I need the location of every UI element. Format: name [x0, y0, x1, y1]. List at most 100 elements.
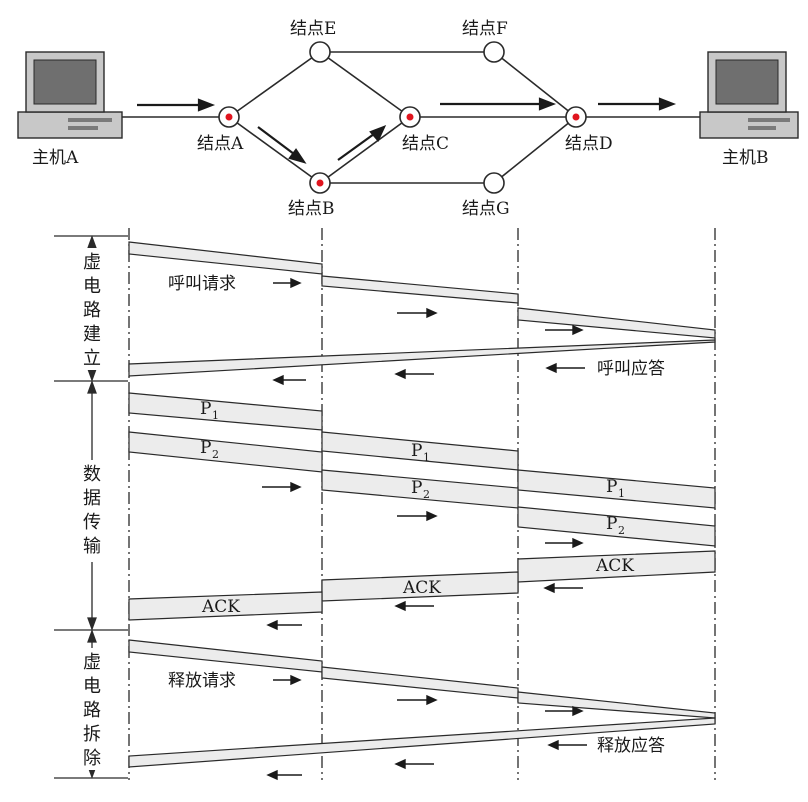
bracket-arrowhead — [87, 235, 97, 249]
bracket-arrowhead — [87, 368, 97, 382]
node-a-label: 结点A — [197, 134, 244, 154]
ack-label-c-b: ACK — [402, 578, 441, 598]
link-e-c — [319, 51, 411, 118]
bracket-arrowhead — [87, 380, 97, 394]
node-g — [483, 172, 505, 194]
node-e-label: 结点E — [290, 19, 336, 39]
ack-label-hostb-c: ACK — [595, 556, 634, 576]
node-b-label: 结点B — [288, 199, 335, 219]
phase-teardown-char: 除 — [83, 748, 101, 769]
band-call-request-b-c — [321, 275, 519, 304]
arrow-right-head — [572, 324, 584, 336]
flow-arrow-head — [658, 97, 677, 111]
phase-label-setup: 虚 电 路 建 立 — [83, 252, 101, 369]
arrow-right-head — [426, 307, 438, 319]
arrow-left-head — [545, 362, 557, 374]
packet-subscript: 1 — [212, 409, 219, 422]
packet-p: P — [606, 514, 617, 534]
phase-transfer-char: 传 — [83, 512, 101, 533]
band-p1-a-b — [128, 392, 323, 431]
flow-arrow-a-to-b — [257, 126, 295, 155]
host-a-drive-slot — [68, 118, 112, 122]
node-f-label: 结点F — [462, 19, 508, 39]
phase-setup-char: 路 — [83, 300, 101, 321]
phase-teardown-char: 拆 — [83, 724, 101, 745]
arrow-right-head — [290, 674, 302, 686]
link-g-d — [493, 116, 577, 184]
phase-teardown-char: 虚 — [83, 652, 101, 673]
ack-label-b-a: ACK — [201, 597, 240, 617]
packet-p: P — [411, 478, 422, 498]
phase-setup-char: 虚 — [83, 252, 101, 273]
call-request-label: 呼叫请求 — [168, 274, 236, 294]
phase-transfer-char: 输 — [83, 536, 101, 557]
host-b-computer-icon — [699, 51, 799, 139]
band-p2-a-b — [128, 431, 323, 473]
timeline-section: 虚 电 路 建 立 数 据 传 输 虚 电 路 拆 除 呼叫请求 呼叫应答 释放… — [54, 228, 716, 781]
node-d-active-dot — [572, 113, 580, 121]
band-release-request-a-b — [128, 639, 323, 673]
call-accept-label: 呼叫应答 — [597, 359, 665, 379]
host-b-label: 主机B — [722, 148, 769, 168]
node-a-active-dot — [225, 113, 233, 121]
flow-arrow-head — [538, 97, 557, 111]
bracket-arrowhead — [87, 629, 97, 643]
timelines — [128, 228, 716, 780]
arrow-right-head — [290, 277, 302, 289]
band-call-request-a-b — [128, 241, 323, 275]
band-release-request-c-hostb — [517, 691, 716, 719]
packet-subscript: 1 — [423, 451, 430, 464]
phase-teardown-char: 电 — [83, 676, 101, 697]
host-b-screen — [715, 59, 779, 105]
phase-label-teardown: 虚 电 路 拆 除 — [83, 652, 101, 769]
host-b-drive-slot — [748, 118, 790, 122]
arrow-right-head — [290, 481, 302, 493]
band-release-request-b-c — [321, 666, 519, 699]
packet-subscript: 2 — [423, 488, 430, 501]
arrow-left-head — [266, 769, 278, 781]
node-c-active-dot — [406, 113, 414, 121]
phase-labels: 虚 电 路 建 立 数 据 传 输 虚 电 路 拆 除 — [80, 248, 104, 770]
host-b-drive-slot — [748, 126, 776, 130]
packet-p: P — [200, 399, 211, 419]
virtual-circuit-diagram: 主机A 主机B 结点A 结点B 结点C 结点D 结点E 结点F 结点G 虚 电 … — [17, 19, 799, 781]
arrow-left-head — [394, 368, 406, 380]
node-g-label: 结点G — [462, 199, 510, 219]
phase-setup-char: 电 — [83, 276, 101, 297]
packet-p: P — [411, 441, 422, 461]
node-d-label: 结点D — [565, 134, 613, 154]
host-a-screen — [33, 59, 97, 105]
arrow-right-head — [426, 694, 438, 706]
arrow-right-head — [572, 537, 584, 549]
host-b-cpu-case — [699, 111, 799, 139]
node-c-label: 结点C — [402, 134, 449, 154]
node-b-active-dot — [316, 179, 324, 187]
packet-p: P — [606, 477, 617, 497]
packet-subscript: 2 — [212, 448, 219, 461]
flow-arrow-head — [197, 98, 216, 112]
phase-setup-char: 建 — [83, 324, 101, 345]
phase-setup-char: 立 — [83, 348, 101, 369]
arrow-right-head — [426, 510, 438, 522]
node-e — [309, 41, 331, 63]
arrow-left-head — [266, 619, 278, 631]
host-a-cpu-case — [17, 111, 123, 139]
packet-subscript: 2 — [618, 524, 625, 537]
phase-transfer-char: 据 — [83, 488, 101, 509]
phase-teardown-char: 路 — [83, 700, 101, 721]
link-b-c — [319, 116, 411, 184]
release-accept-label: 释放应答 — [597, 736, 665, 756]
link-a-e — [228, 51, 321, 118]
release-request-label: 释放请求 — [168, 671, 236, 691]
host-a-label: 主机A — [32, 148, 79, 168]
host-a-drive-slot — [68, 126, 98, 130]
arrow-left-head — [272, 374, 284, 386]
packet-p: P — [200, 438, 211, 458]
arrow-left-head — [547, 739, 559, 751]
packet-subscript: 1 — [618, 487, 625, 500]
network-topology: 主机A 主机B 结点A 结点B 结点C 结点D 结点E 结点F 结点G — [17, 19, 799, 219]
node-f — [483, 41, 505, 63]
arrow-left-head — [394, 600, 406, 612]
phase-transfer-char: 数 — [83, 464, 101, 485]
arrow-left-head — [394, 758, 406, 770]
